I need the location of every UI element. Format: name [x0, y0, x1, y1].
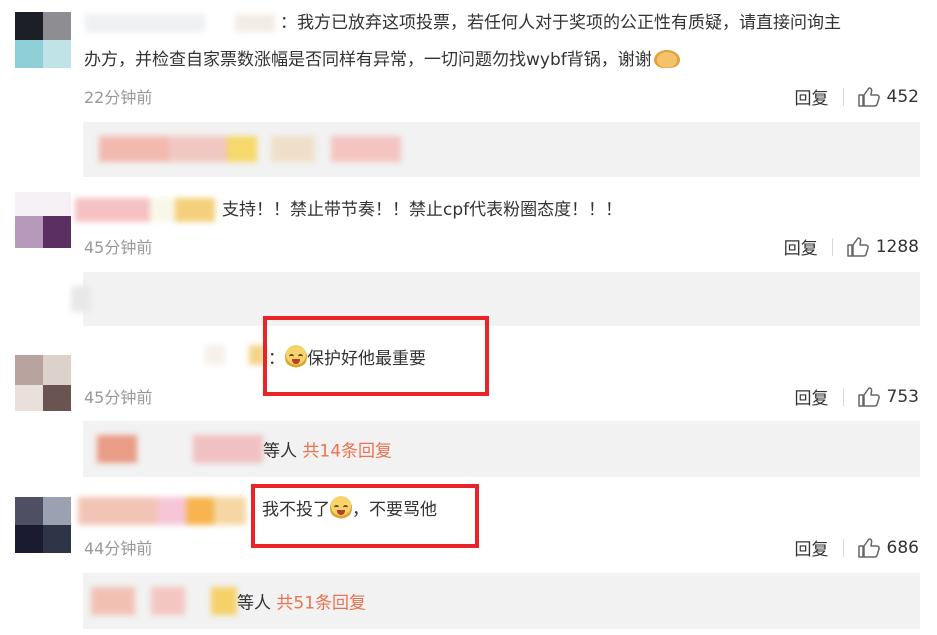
thumbs-up-icon — [857, 86, 880, 107]
view-replies-link[interactable]: 共14条回复 — [302, 442, 392, 462]
reply-button[interactable]: 回复 — [795, 84, 829, 109]
comment-time: 45分钟前 — [84, 388, 153, 407]
like-button[interactable]: 686 — [857, 537, 919, 558]
avatar[interactable] — [15, 192, 71, 248]
blurred-username[interactable] — [85, 14, 280, 32]
reply-button[interactable]: 回复 — [795, 535, 829, 560]
handshake-emoji-icon — [653, 50, 680, 68]
subreply-summary: 等人 共14条回复 — [263, 437, 392, 462]
comment-text-line1: ：我方已放弃这项投票，若任何人对于奖项的公正性有质疑，请直接问询主 — [280, 13, 841, 33]
like-button[interactable]: 452 — [857, 86, 919, 107]
divider — [842, 387, 844, 406]
blurred-subreply-users — [91, 587, 241, 615]
like-count: 452 — [886, 86, 919, 107]
comment-actions: 回复 1288 — [784, 234, 919, 260]
blurred-username[interactable] — [75, 198, 215, 222]
comment-text: 支持！！禁止带节奏！！禁止cpf代表粉圈态度！！！ — [222, 193, 622, 227]
reply-button[interactable]: 回复 — [795, 384, 829, 409]
avatar[interactable] — [15, 355, 71, 411]
blurred-subreply-users — [97, 435, 267, 463]
divider — [831, 237, 833, 256]
thumbs-up-icon — [857, 386, 880, 407]
like-button[interactable]: 753 — [857, 386, 919, 407]
subreply-box[interactable] — [71, 272, 920, 326]
comment-text-body: 支持！！禁止带节奏！！禁止cpf代表粉圈态度！！！ — [222, 200, 623, 220]
comment-text: ：我方已放弃这项投票，若任何人对于奖项的公正性有质疑，请直接问询主 — [280, 6, 930, 40]
blurred-username[interactable] — [78, 497, 246, 525]
thumbs-up-icon — [857, 537, 880, 558]
blurred-subreply-users — [99, 136, 401, 162]
subreply-suffix: 等人 — [237, 593, 271, 614]
subreply-box[interactable] — [83, 122, 920, 177]
comment-actions: 回复 452 — [795, 84, 919, 110]
like-count: 1288 — [875, 236, 919, 257]
comment-actions: 回复 753 — [795, 384, 919, 410]
blurred-subreply-users — [71, 286, 101, 312]
comment-actions: 回复 686 — [795, 535, 919, 561]
highlight-box — [251, 484, 479, 548]
avatar[interactable] — [15, 12, 71, 68]
divider — [842, 87, 844, 106]
view-replies-link[interactable]: 共51条回复 — [276, 594, 366, 614]
comment-time: 22分钟前 — [84, 88, 153, 107]
like-count: 753 — [886, 386, 919, 407]
highlight-box — [263, 316, 489, 396]
reply-button[interactable]: 回复 — [784, 234, 818, 259]
thumbs-up-icon — [846, 236, 869, 257]
subreply-box[interactable]: 等人 共51条回复 — [83, 573, 920, 629]
blurred-username[interactable] — [205, 345, 265, 365]
comment-time: 45分钟前 — [84, 238, 153, 257]
comment-text: 办方，并检查自家票数涨幅是否同样有异常，一切问题勿找wybf背锅，谢谢 — [84, 43, 680, 77]
comment-text-line2: 办方，并检查自家票数涨幅是否同样有异常，一切问题勿找wybf背锅，谢谢 — [84, 50, 652, 70]
like-count: 686 — [886, 537, 919, 558]
comment-time: 44分钟前 — [84, 539, 153, 558]
avatar[interactable] — [15, 497, 71, 553]
divider — [842, 538, 844, 557]
like-button[interactable]: 1288 — [846, 236, 919, 257]
subreply-summary: 等人 共51条回复 — [237, 589, 366, 614]
subreply-suffix: 等人 — [263, 441, 297, 462]
subreply-box[interactable]: 等人 共14条回复 — [83, 421, 920, 477]
